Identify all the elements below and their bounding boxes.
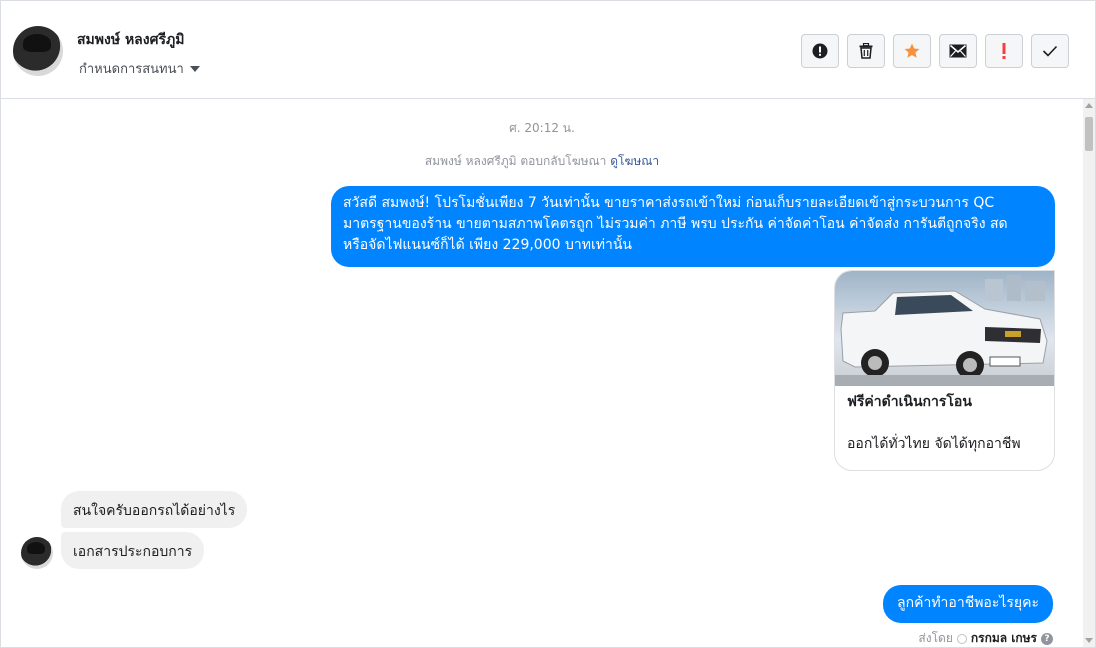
reply-message-bubble: ลูกค้าทำอาชีพอะไรยุคะ	[883, 585, 1053, 623]
sender-avatar	[21, 537, 53, 569]
star-button[interactable]	[893, 34, 931, 68]
caret-down-icon	[189, 65, 200, 72]
chat-scrollbar[interactable]	[1083, 99, 1095, 647]
scroll-up-icon[interactable]	[1085, 103, 1093, 108]
promo-message-bubble: สวัสดี สมพงษ์! โปรโมชั่นเพียง 7 วันเท่าน…	[331, 186, 1055, 267]
help-icon[interactable]: ?	[1041, 632, 1053, 645]
assign-conversation-label: กำหนดการสนทนา	[79, 62, 184, 77]
ad-reply-text: สมพงษ์ หลงศรีภูมิ ตอบกลับโฆษณา	[424, 154, 607, 168]
ad-reply-notice: สมพงษ์ หลงศรีภูมิ ตอบกลับโฆษณา ดูโฆษณา	[1, 152, 1083, 171]
ad-card[interactable]: ฟรีค่าดำเนินการโอน ออกได้ทั่วไทย จัดได้ท…	[834, 270, 1055, 471]
scroll-down-icon[interactable]	[1085, 638, 1093, 643]
contact-avatar[interactable]	[13, 26, 63, 76]
incoming-message-bubble: เอกสารประกอบการ	[61, 532, 205, 569]
incoming-message-bubble: สนใจครับออกรถได้อย่างไร	[61, 491, 248, 528]
sent-by-label: ส่งโดย	[918, 631, 953, 645]
message-timestamp: ศ. 20:12 น.	[509, 121, 575, 135]
agent-name: กรกมล เกษร	[970, 631, 1037, 645]
promo-message-line: หรือจัดไฟแนนซ์ก็ได้ เพียง 229,000 บาทเท่…	[343, 237, 632, 253]
conversation-toolbar	[801, 34, 1069, 68]
assign-conversation-dropdown[interactable]: กำหนดการสนทนา	[79, 58, 200, 79]
sent-by-info: ส่งโดย กรกมล เกษร ?	[918, 629, 1053, 647]
check-icon	[1042, 45, 1058, 57]
message-thread: ศ. 20:12 น. สมพงษ์ หลงศรีภูมิ ตอบกลับโฆษ…	[1, 99, 1083, 647]
promo-message-line: สวัสดี สมพงษ์! โปรโมชั่นเพียง 7 วันเท่าน…	[343, 195, 995, 211]
envelope-icon	[949, 44, 967, 58]
contact-name[interactable]: สมพงษ์ หลงศรีภูมิ	[77, 29, 184, 51]
trash-icon	[859, 43, 873, 59]
scroll-thumb[interactable]	[1085, 117, 1093, 151]
ad-card-description: ออกได้ทั่วไทย จัดได้ทุกอาชีพ	[847, 436, 1021, 452]
conversation-window: สมพงษ์ หลงศรีภูมิ กำหนดการสนทนา ศ. 20:12…	[0, 0, 1096, 648]
spam-icon	[812, 43, 828, 59]
status-dot-icon	[956, 633, 967, 644]
star-icon	[904, 43, 920, 58]
delete-button[interactable]	[847, 34, 885, 68]
view-ad-link[interactable]: ดูโฆษณา	[610, 154, 659, 168]
promo-message-line: มาตรฐานของร้าน ขายตามสภาพโคตรถูก ไม่รวมค…	[343, 216, 1008, 232]
mark-unread-button[interactable]	[939, 34, 977, 68]
pickup-truck-image	[835, 271, 1054, 386]
important-icon	[1002, 43, 1006, 59]
mark-important-button[interactable]	[985, 34, 1023, 68]
mark-done-button[interactable]	[1031, 34, 1069, 68]
conversation-header: สมพงษ์ หลงศรีภูมิ กำหนดการสนทนา	[1, 1, 1095, 99]
ad-card-title: ฟรีค่าดำเนินการโอน	[847, 394, 972, 410]
mark-spam-button[interactable]	[801, 34, 839, 68]
